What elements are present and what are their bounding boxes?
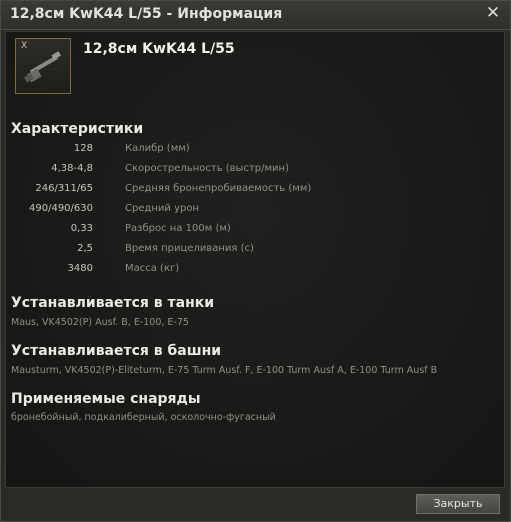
stat-row: 3480 Масса (кг) bbox=[6, 260, 486, 278]
module-icon-frame: X bbox=[15, 38, 71, 94]
stat-row: 128 Калибр (мм) bbox=[6, 140, 486, 158]
characteristics-title: Характеристики bbox=[11, 121, 144, 137]
stat-row: 0,33 Разброс на 100м (м) bbox=[6, 220, 486, 238]
stat-value: 128 bbox=[73, 143, 93, 154]
stat-row: 246/311/65 Средняя бронепробиваемость (м… bbox=[6, 180, 486, 198]
module-name: 12,8см KwK44 L/55 bbox=[83, 41, 235, 57]
stat-value: 0,33 bbox=[70, 223, 93, 234]
stat-value: 4,38-4,8 bbox=[51, 163, 93, 174]
stat-value: 246/311/65 bbox=[35, 183, 93, 194]
shells-title: Применяемые снаряды bbox=[11, 391, 201, 407]
tanks-title: Устанавливается в танки bbox=[11, 295, 215, 311]
stat-value: 3480 bbox=[67, 263, 93, 274]
info-window: 12,8см KwK44 L/55 - Информация ✕ X 12,8с… bbox=[0, 0, 511, 522]
close-icon[interactable]: ✕ bbox=[484, 4, 502, 22]
stat-value: 2,5 bbox=[77, 243, 93, 254]
stat-row: 4,38-4,8 Скорострельность (выстр/мин) bbox=[6, 160, 486, 178]
stat-label: Средний урон bbox=[125, 203, 200, 214]
stat-row: 2,5 Время прицеливания (с) bbox=[6, 240, 486, 258]
titlebar[interactable]: 12,8см KwK44 L/55 - Информация ✕ bbox=[1, 1, 510, 30]
window-title: 12,8см KwK44 L/55 - Информация bbox=[10, 6, 283, 22]
stat-label: Средняя бронепробиваемость (мм) bbox=[125, 183, 312, 194]
stat-row: 490/490/630 Средний урон bbox=[6, 200, 486, 218]
stat-label: Разброс на 100м (м) bbox=[125, 223, 231, 234]
stat-label: Скорострельность (выстр/мин) bbox=[125, 163, 289, 174]
footer: Закрыть bbox=[1, 490, 510, 521]
turrets-list: Mausturm, VK4502(P)-Eliteturm, E-75 Turm… bbox=[11, 365, 438, 376]
close-button[interactable]: Закрыть bbox=[416, 494, 500, 514]
stat-label: Время прицеливания (с) bbox=[125, 243, 254, 254]
shells-list: бронебойный, подкалиберный, осколочно-фу… bbox=[11, 412, 276, 423]
gun-icon bbox=[24, 51, 61, 83]
stat-label: Калибр (мм) bbox=[125, 143, 190, 154]
turrets-title: Устанавливается в башни bbox=[11, 343, 222, 359]
stat-label: Масса (кг) bbox=[125, 263, 180, 274]
tanks-list: Maus, VK4502(P) Ausf. B, E-100, E-75 bbox=[11, 317, 189, 328]
content-panel: X 12,8см KwK44 L/55 Характеристики 128 К… bbox=[5, 31, 505, 488]
stat-value: 490/490/630 bbox=[29, 203, 93, 214]
